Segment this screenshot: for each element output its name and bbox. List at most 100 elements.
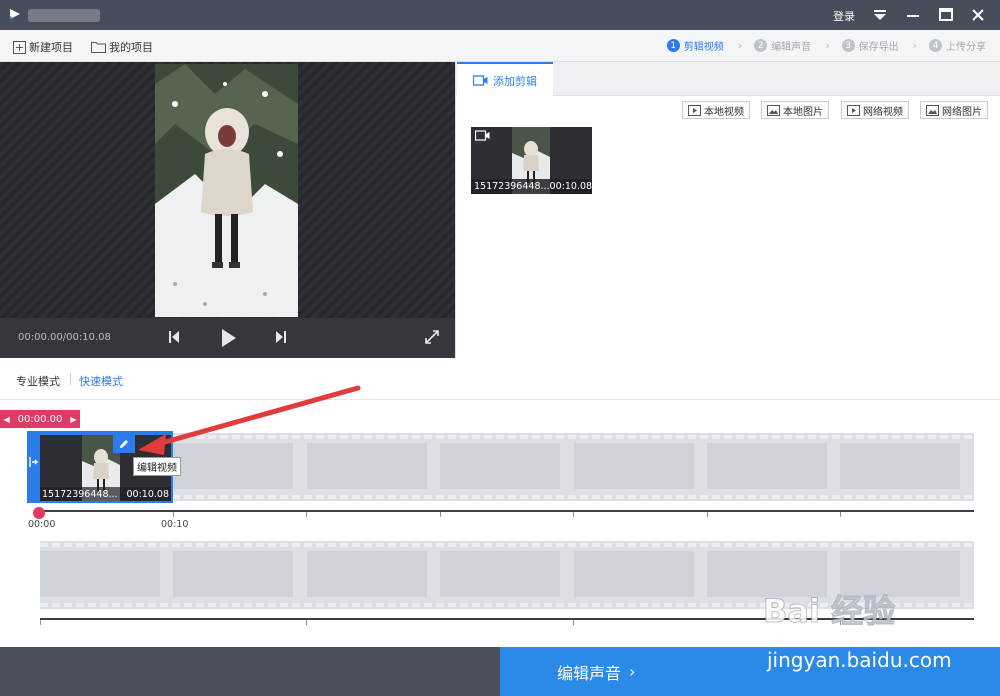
film-perforation [40, 495, 974, 499]
playback-time: 00:00.00/00:10.08 [18, 332, 111, 343]
import-label: 网络图片 [942, 106, 982, 118]
step-save-export[interactable]: 3 保存导出 › [841, 38, 917, 53]
new-project-icon [13, 40, 26, 54]
ruler-tick [306, 512, 307, 517]
empty-slot[interactable] [307, 551, 427, 597]
mode-divider [70, 374, 71, 385]
empty-slot[interactable] [173, 551, 293, 597]
step-number: 3 [841, 39, 855, 52]
pencil-icon [120, 440, 128, 448]
chevron-right-icon: › [825, 39, 830, 52]
playback-controls: 00:00.00/00:10.08 [0, 318, 455, 358]
skip-forward-icon[interactable] [273, 328, 289, 349]
step-number: 1 [666, 39, 680, 52]
tab-add-clip[interactable]: 添加剪辑 [457, 62, 553, 97]
cut-marker-icon[interactable] [33, 507, 45, 519]
import-label: 本地视频 [704, 106, 744, 118]
empty-slot[interactable] [173, 443, 293, 489]
clip-info-bar: 15172396448... 00:10.08 [40, 487, 171, 501]
import-local-video-button[interactable]: 本地视频 [682, 101, 750, 119]
minimize-icon[interactable] [903, 5, 923, 25]
video-camera-icon [474, 130, 490, 144]
fullscreen-icon[interactable] [424, 328, 440, 349]
tick-label: 00:00 [28, 519, 56, 530]
ruler-tick [573, 512, 574, 517]
ruler-tick [173, 512, 174, 517]
import-web-video-button[interactable]: 网络视频 [841, 101, 909, 119]
timeline-ruler[interactable] [40, 510, 974, 512]
app-name-blurred [28, 9, 100, 22]
toolbar: 新建项目 我的项目 1 剪辑视频 › 2 编辑声音 › 3 保存导出 › 4 上… [0, 30, 1000, 62]
ruler-tick [40, 620, 41, 625]
step-edit-audio[interactable]: 2 编辑声音 › [754, 38, 830, 53]
quick-mode-tab[interactable]: 快速模式 [79, 373, 123, 389]
media-library: 添加剪辑 本地视频 本地图片 网络视频 网络图片 15172396448... … [455, 62, 1000, 358]
empty-slot[interactable] [440, 551, 560, 597]
step-edit-video[interactable]: 1 剪辑视频 › [666, 38, 743, 53]
new-project-button[interactable]: 新建项目 [13, 39, 73, 55]
import-label: 网络视频 [863, 106, 903, 118]
watermark-brand: Bai 经验 [762, 592, 896, 631]
empty-slot[interactable] [40, 551, 160, 597]
empty-slot[interactable] [440, 443, 560, 489]
new-project-label: 新建项目 [29, 41, 73, 54]
local-image-icon [767, 104, 780, 116]
clip-info-bar: 15172396448... 00:10.08 [471, 179, 592, 194]
trim-handle-icon[interactable] [29, 455, 38, 469]
edit-video-tooltip: 编辑视频 [133, 457, 181, 476]
my-projects-label: 我的项目 [109, 41, 153, 54]
clip-duration: 00:10.08 [549, 181, 592, 192]
preview-frame [155, 64, 298, 317]
login-link[interactable]: 登录 [833, 8, 855, 24]
ruler-tick [840, 512, 841, 517]
clip-name: 15172396448... [474, 181, 550, 192]
empty-slot[interactable] [707, 443, 827, 489]
video-camera-icon [473, 75, 488, 86]
skip-back-icon[interactable] [166, 328, 182, 349]
clip-name: 15172396448... [42, 488, 118, 500]
web-image-icon [926, 104, 939, 116]
folder-icon [91, 42, 106, 53]
empty-slot[interactable] [574, 551, 694, 597]
step-number: 2 [754, 39, 768, 52]
next-button-label: 编辑声音 [557, 663, 622, 683]
tick-label: 00:10 [161, 519, 189, 530]
import-local-image-button[interactable]: 本地图片 [761, 101, 829, 119]
my-projects-button[interactable]: 我的项目 [91, 39, 153, 55]
ruler-tick [573, 620, 574, 625]
step-label: 保存导出 [858, 42, 899, 53]
step-number: 4 [929, 39, 942, 52]
step-upload-share[interactable]: 4 上传分享 [929, 38, 986, 53]
playhead-time-badge[interactable]: ◀ 00:00.00 ▶ [0, 410, 80, 428]
close-icon[interactable] [968, 5, 988, 25]
step-label: 上传分享 [946, 42, 986, 53]
playhead-time: 00:00.00 [17, 413, 63, 425]
import-web-image-button[interactable]: 网络图片 [920, 101, 988, 119]
web-video-icon [847, 104, 860, 116]
library-clip[interactable]: 15172396448... 00:10.08 [471, 127, 592, 194]
video-preview [0, 62, 455, 358]
import-label: 本地图片 [783, 106, 823, 118]
watermark-url: jingyan.baidu.com [767, 648, 952, 672]
chevron-right-icon: › [912, 39, 917, 52]
tab-add-clip-label: 添加剪辑 [493, 74, 537, 88]
empty-slot[interactable] [840, 443, 960, 489]
maximize-icon[interactable] [936, 5, 956, 25]
play-icon[interactable] [219, 328, 237, 351]
local-video-icon [688, 104, 701, 116]
pro-mode-tab[interactable]: 专业模式 [16, 373, 60, 389]
ruler-tick [440, 512, 441, 517]
ruler-tick [306, 620, 307, 625]
caret-left-icon: ◀ [3, 414, 10, 424]
clip-duration: 00:10.08 [126, 488, 170, 500]
workflow-steps: 1 剪辑视频 › 2 编辑声音 › 3 保存导出 › 4 上传分享 [655, 38, 986, 53]
chevron-right-icon: › [737, 39, 743, 52]
empty-slot[interactable] [574, 443, 694, 489]
title-bar: 登录 [0, 0, 1000, 30]
menu-dropdown-icon[interactable] [870, 5, 890, 25]
chevron-right-icon: › [629, 662, 636, 681]
edit-video-button[interactable] [113, 435, 135, 453]
library-tabs: 添加剪辑 [456, 62, 1000, 97]
app-logo-icon [8, 7, 22, 24]
empty-slot[interactable] [307, 443, 427, 489]
